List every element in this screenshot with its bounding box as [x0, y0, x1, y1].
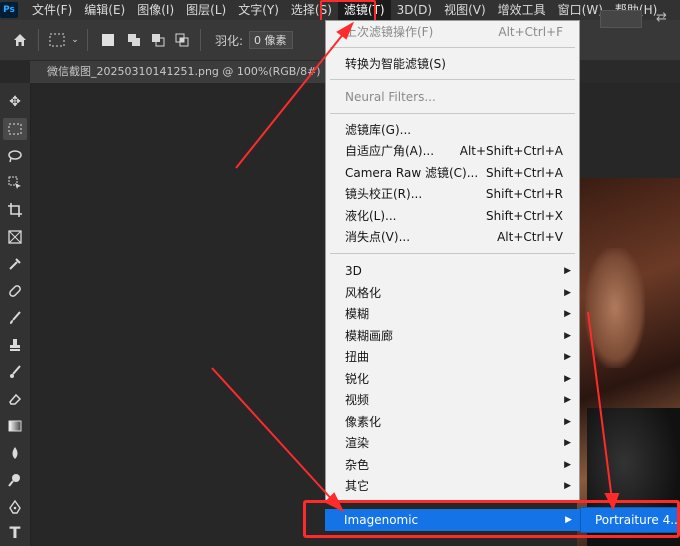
dodge-tool-icon[interactable] — [3, 469, 27, 491]
frame-tool-icon[interactable] — [3, 226, 27, 248]
menu-divider — [330, 113, 575, 114]
height-field[interactable] — [600, 10, 642, 28]
menu-divider — [330, 253, 575, 254]
brush-tool-icon[interactable] — [3, 307, 27, 329]
tools-panel: ✥ T — [0, 83, 31, 546]
menu-view[interactable]: 视图(V) — [438, 0, 492, 20]
options-divider — [200, 29, 201, 51]
imagenomic-annotation-box — [303, 500, 680, 538]
menu-item-noise[interactable]: 杂色 ▶ — [326, 455, 579, 476]
menu-item-last-filter: 上次滤镜操作(F) Alt+Ctrl+F — [345, 25, 563, 39]
menu-item-stylize[interactable]: 风格化 ▶ — [326, 283, 579, 304]
submenu-arrow-icon: ▶ — [564, 266, 571, 276]
document-image — [577, 178, 680, 546]
feather-label: 羽化: — [215, 33, 244, 48]
submenu-arrow-icon: ▶ — [564, 288, 571, 298]
menu-item-sharpen[interactable]: 锐化 ▶ — [326, 369, 579, 390]
submenu-arrow-icon: ▶ — [564, 460, 571, 470]
history-brush-tool-icon[interactable] — [3, 361, 27, 383]
home-icon[interactable] — [8, 28, 32, 52]
add-selection-icon[interactable] — [122, 28, 146, 52]
marquee-icon[interactable] — [45, 28, 69, 52]
submenu-arrow-icon: ▶ — [564, 481, 571, 491]
menu-layer[interactable]: 图层(L) — [180, 0, 232, 20]
submenu-arrow-icon: ▶ — [564, 374, 571, 384]
image-skin-region — [585, 248, 645, 368]
submenu-arrow-icon: ▶ — [564, 417, 571, 427]
rect-marquee-tool-icon[interactable] — [3, 118, 27, 140]
chevron-down-icon[interactable]: ⌄ — [69, 28, 81, 52]
menu-divider — [330, 47, 575, 48]
healing-brush-tool-icon[interactable] — [3, 280, 27, 302]
menu-item-render[interactable]: 渲染 ▶ — [326, 433, 579, 454]
move-tool-icon[interactable]: ✥ — [3, 91, 27, 113]
menu-item-filter-gallery[interactable]: 滤镜库(G)... — [326, 120, 579, 141]
eyedropper-tool-icon[interactable] — [3, 253, 27, 275]
gradient-tool-icon[interactable] — [3, 415, 27, 437]
feather-input[interactable]: 0 像素 — [249, 31, 294, 49]
menu-edit[interactable]: 编辑(E) — [78, 0, 131, 20]
menu-item-pixelate[interactable]: 像素化 ▶ — [326, 412, 579, 433]
submenu-arrow-icon: ▶ — [564, 309, 571, 319]
type-tool-icon[interactable]: T — [3, 521, 27, 543]
menu-plugins[interactable]: 增效工具 — [492, 0, 552, 20]
blur-tool-icon[interactable] — [3, 442, 27, 464]
submenu-arrow-icon: ▶ — [564, 395, 571, 405]
options-divider — [87, 29, 88, 51]
menu-item-video[interactable]: 视频 ▶ — [326, 390, 579, 411]
menu-divider — [330, 79, 575, 80]
eraser-tool-icon[interactable] — [3, 388, 27, 410]
menu-image[interactable]: 图像(I) — [131, 0, 180, 20]
photoshop-logo: Ps — [0, 2, 18, 18]
menu-item-other[interactable]: 其它 ▶ — [326, 476, 579, 497]
menu-item-vanishing-point[interactable]: 消失点(V)... Alt+Ctrl+V — [326, 227, 579, 248]
swap-icon[interactable]: ⇄ — [656, 10, 667, 25]
submenu-arrow-icon: ▶ — [564, 352, 571, 362]
menu-file[interactable]: 文件(F) — [26, 0, 78, 20]
stamp-tool-icon[interactable] — [3, 334, 27, 356]
submenu-arrow-icon: ▶ — [564, 331, 571, 341]
menu-item-neural-filters: Neural Filters... — [345, 90, 436, 104]
document-tab[interactable]: 微信截图_20250310141251.png @ 100%(RGB/8#) — [30, 61, 337, 83]
menu-item-camera-raw[interactable]: Camera Raw 滤镜(C)... Shift+Ctrl+A — [326, 163, 579, 184]
menu-item-blur-gallery[interactable]: 模糊画廊 ▶ — [326, 326, 579, 347]
options-divider — [38, 29, 39, 51]
menu-item-blur[interactable]: 模糊 ▶ — [326, 304, 579, 325]
menu-item-liquify[interactable]: 液化(L)... Shift+Ctrl+X — [326, 206, 579, 227]
submenu-arrow-icon: ▶ — [564, 438, 571, 448]
object-select-tool-icon[interactable] — [3, 172, 27, 194]
menu-type[interactable]: 文字(Y) — [232, 0, 285, 20]
pen-tool-icon[interactable] — [3, 496, 27, 518]
menu-item-lens-correction[interactable]: 镜头校正(R)... Shift+Ctrl+R — [326, 184, 579, 205]
lasso-tool-icon[interactable] — [3, 145, 27, 167]
new-selection-icon[interactable] — [102, 34, 114, 46]
menu-item-3d[interactable]: 3D ▶ — [326, 261, 579, 282]
menu-item-adaptive-wide-angle[interactable]: 自适应广角(A)... Alt+Shift+Ctrl+A — [326, 141, 579, 162]
menu-item-convert-smart-filter[interactable]: 转换为智能滤镜(S) — [326, 54, 579, 75]
crop-tool-icon[interactable] — [3, 199, 27, 221]
filter-dropdown-menu: 上次滤镜操作(F) Alt+Ctrl+F 转换为智能滤镜(S) Neural F… — [325, 20, 580, 501]
subtract-selection-icon[interactable] — [146, 28, 170, 52]
intersect-selection-icon[interactable] — [170, 28, 194, 52]
menu-item-distort[interactable]: 扭曲 ▶ — [326, 347, 579, 368]
menu-3d[interactable]: 3D(D) — [391, 0, 438, 20]
